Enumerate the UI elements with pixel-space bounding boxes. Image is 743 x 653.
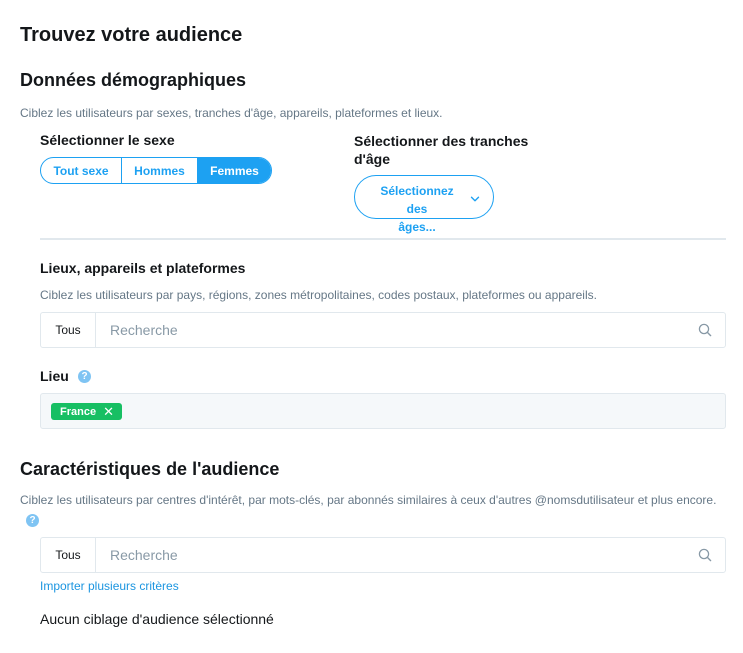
close-icon[interactable]: ✕ bbox=[103, 405, 114, 418]
age-dropdown-line1: Sélectionnez des bbox=[380, 184, 454, 216]
chevron-down-icon bbox=[470, 196, 480, 202]
import-criteria-link[interactable]: Importer plusieurs critères bbox=[40, 579, 179, 593]
audience-search: Tous bbox=[40, 537, 726, 573]
location-tag-france: France ✕ bbox=[51, 403, 122, 420]
locations-search-input[interactable] bbox=[96, 313, 685, 347]
gender-option-women[interactable]: Femmes bbox=[197, 158, 271, 183]
age-dropdown-label: Sélectionnez des âges... bbox=[369, 182, 465, 236]
lieu-label: Lieu bbox=[40, 368, 69, 384]
gender-label: Sélectionner le sexe bbox=[40, 132, 175, 148]
age-label-line1: Sélectionner des tranches bbox=[354, 133, 529, 149]
locations-description: Ciblez les utilisateurs par pays, région… bbox=[40, 288, 597, 302]
locations-title: Lieux, appareils et plateformes bbox=[40, 260, 246, 276]
demographics-title: Données démographiques bbox=[20, 70, 247, 90]
locations-search: Tous bbox=[40, 312, 726, 348]
search-icon[interactable] bbox=[685, 538, 725, 572]
audience-description: Ciblez les utilisateurs par centres d'in… bbox=[20, 493, 717, 507]
gender-option-all[interactable]: Tout sexe bbox=[41, 158, 121, 183]
audience-title: Caractéristiques de l'audience bbox=[20, 459, 280, 479]
search-icon[interactable] bbox=[685, 313, 725, 347]
gender-segmented-control: Tout sexe Hommes Femmes bbox=[40, 157, 272, 184]
page-title: Trouvez votre audience bbox=[20, 24, 243, 46]
location-tag-label: France bbox=[60, 405, 97, 418]
empty-audience-text: Aucun ciblage d'audience sélectionné bbox=[40, 611, 274, 627]
age-dropdown-line2: âges... bbox=[398, 220, 436, 234]
audience-scope-selector[interactable]: Tous bbox=[41, 538, 96, 572]
location-tags-box[interactable]: France ✕ bbox=[40, 393, 726, 429]
locations-scope-selector[interactable]: Tous bbox=[41, 313, 96, 347]
help-icon[interactable]: ? bbox=[78, 370, 91, 383]
age-range-dropdown[interactable]: Sélectionnez des âges... bbox=[354, 175, 494, 234]
age-label: Sélectionner des tranches d'âge bbox=[354, 132, 528, 168]
audience-help-icon[interactable]: ? bbox=[26, 514, 39, 527]
audience-search-input[interactable] bbox=[96, 538, 685, 572]
gender-option-men[interactable]: Hommes bbox=[121, 158, 197, 183]
demographics-description: Ciblez les utilisateurs par sexes, tranc… bbox=[20, 106, 443, 120]
section-divider bbox=[40, 238, 726, 240]
age-label-line2: d'âge bbox=[354, 151, 391, 167]
